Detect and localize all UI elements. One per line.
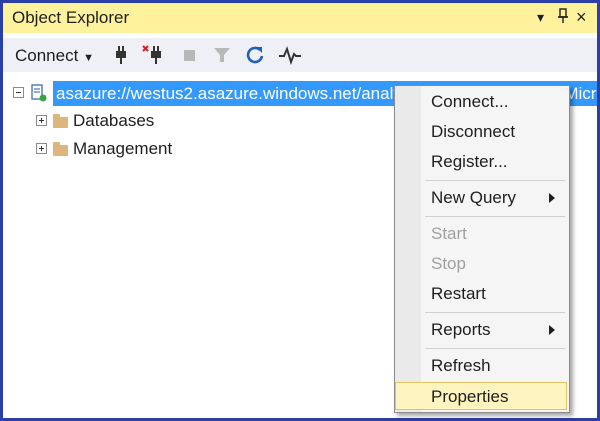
menu-item-restart[interactable]: Restart bbox=[395, 280, 567, 308]
expand-icon[interactable] bbox=[36, 115, 47, 126]
submenu-arrow-icon bbox=[549, 193, 555, 203]
collapse-icon[interactable] bbox=[13, 87, 24, 98]
submenu-arrow-icon bbox=[549, 325, 555, 335]
menu-item-connect[interactable]: Connect... bbox=[395, 88, 567, 116]
filter-icon[interactable] bbox=[211, 44, 233, 66]
menu-separator bbox=[425, 180, 565, 181]
menu-item-new-query[interactable]: New Query bbox=[395, 184, 567, 212]
expand-icon[interactable] bbox=[36, 143, 47, 154]
tree-node-management[interactable]: Management bbox=[3, 137, 393, 161]
close-panel-icon[interactable]: × bbox=[576, 7, 587, 27]
menu-item-start: Start bbox=[431, 224, 467, 243]
activity-monitor-icon[interactable] bbox=[278, 44, 301, 66]
panel-title-bar: Object Explorer ▾ × bbox=[3, 3, 597, 33]
menu-separator bbox=[425, 348, 565, 349]
menu-item-reports[interactable]: Reports bbox=[395, 316, 567, 344]
menu-item-properties[interactable]: Properties bbox=[395, 382, 567, 410]
object-explorer-toolbar: Connect ▼ bbox=[3, 38, 597, 72]
menu-item-stop: Stop bbox=[431, 254, 466, 273]
menu-item-refresh[interactable]: Refresh bbox=[395, 352, 567, 380]
refresh-icon[interactable] bbox=[244, 44, 266, 66]
connect-dropdown-button[interactable]: Connect ▼ bbox=[15, 46, 94, 66]
server-context-menu: Connect... Disconnect Register... New Qu… bbox=[394, 85, 570, 413]
folder-icon bbox=[53, 142, 68, 156]
databases-label: Databases bbox=[73, 111, 155, 130]
panel-title: Object Explorer bbox=[12, 8, 130, 27]
disconnect-plug-icon[interactable] bbox=[142, 44, 164, 66]
server-icon bbox=[29, 83, 49, 108]
menu-item-register[interactable]: Register... bbox=[395, 148, 567, 176]
stop-icon[interactable] bbox=[179, 44, 201, 66]
auto-hide-pin-icon[interactable] bbox=[556, 7, 570, 30]
menu-item-disconnect[interactable]: Disconnect bbox=[395, 118, 567, 146]
management-label: Management bbox=[73, 139, 173, 158]
tree-node-databases[interactable]: Databases bbox=[3, 109, 393, 133]
connect-label: Connect bbox=[15, 46, 79, 65]
menu-separator bbox=[425, 216, 565, 217]
connect-plug-icon[interactable] bbox=[110, 44, 132, 66]
menu-separator bbox=[425, 312, 565, 313]
folder-icon bbox=[53, 114, 68, 128]
window-position-dropdown-icon[interactable]: ▾ bbox=[537, 7, 544, 27]
chevron-down-icon: ▼ bbox=[83, 52, 94, 64]
